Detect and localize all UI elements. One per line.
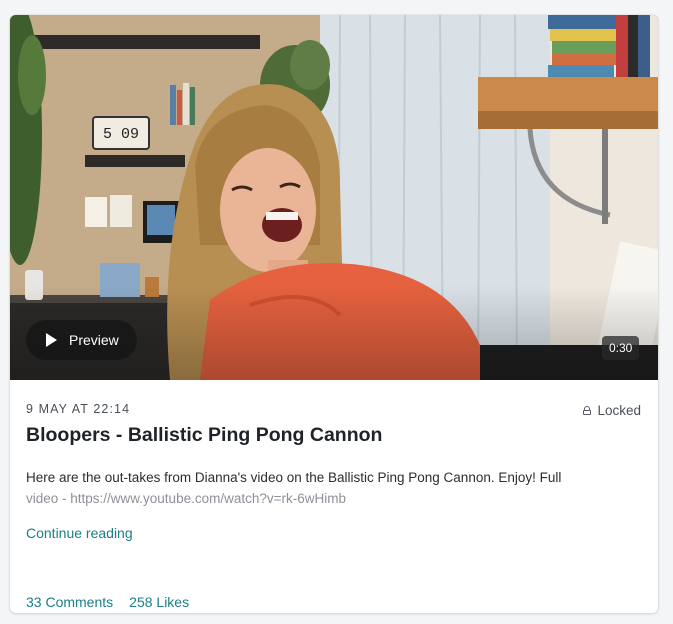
- description-line-2: video - https://www.youtube.com/watch?v=…: [26, 491, 346, 506]
- play-icon: [46, 333, 57, 347]
- post-title[interactable]: Bloopers - Ballistic Ping Pong Cannon: [26, 424, 382, 447]
- clock-text: 5 09: [103, 126, 139, 143]
- post-stats: 33 Comments 258 Likes: [26, 594, 189, 610]
- locked-badge: Locked: [583, 403, 641, 418]
- video-thumbnail[interactable]: 5 09 Preview 0:30: [10, 15, 658, 380]
- post-body: 9 MAY AT 22:14 Locked Bloopers - Ballist…: [10, 380, 658, 613]
- locked-label: Locked: [597, 403, 641, 418]
- description-line-1: Here are the out-takes from Dianna's vid…: [26, 470, 562, 485]
- post-description: Here are the out-takes from Dianna's vid…: [26, 467, 636, 509]
- continue-reading-link[interactable]: Continue reading: [26, 525, 133, 541]
- video-duration-badge: 0:30: [602, 336, 640, 360]
- post-date: 9 MAY AT 22:14: [26, 402, 131, 416]
- preview-button[interactable]: Preview: [26, 320, 137, 360]
- likes-link[interactable]: 258 Likes: [129, 594, 189, 610]
- comments-link[interactable]: 33 Comments: [26, 594, 113, 610]
- lock-icon: [583, 406, 592, 415]
- post-card: 5 09 Preview 0:30 9 MAY AT 22:14 Locked …: [10, 15, 658, 613]
- preview-label: Preview: [69, 332, 119, 348]
